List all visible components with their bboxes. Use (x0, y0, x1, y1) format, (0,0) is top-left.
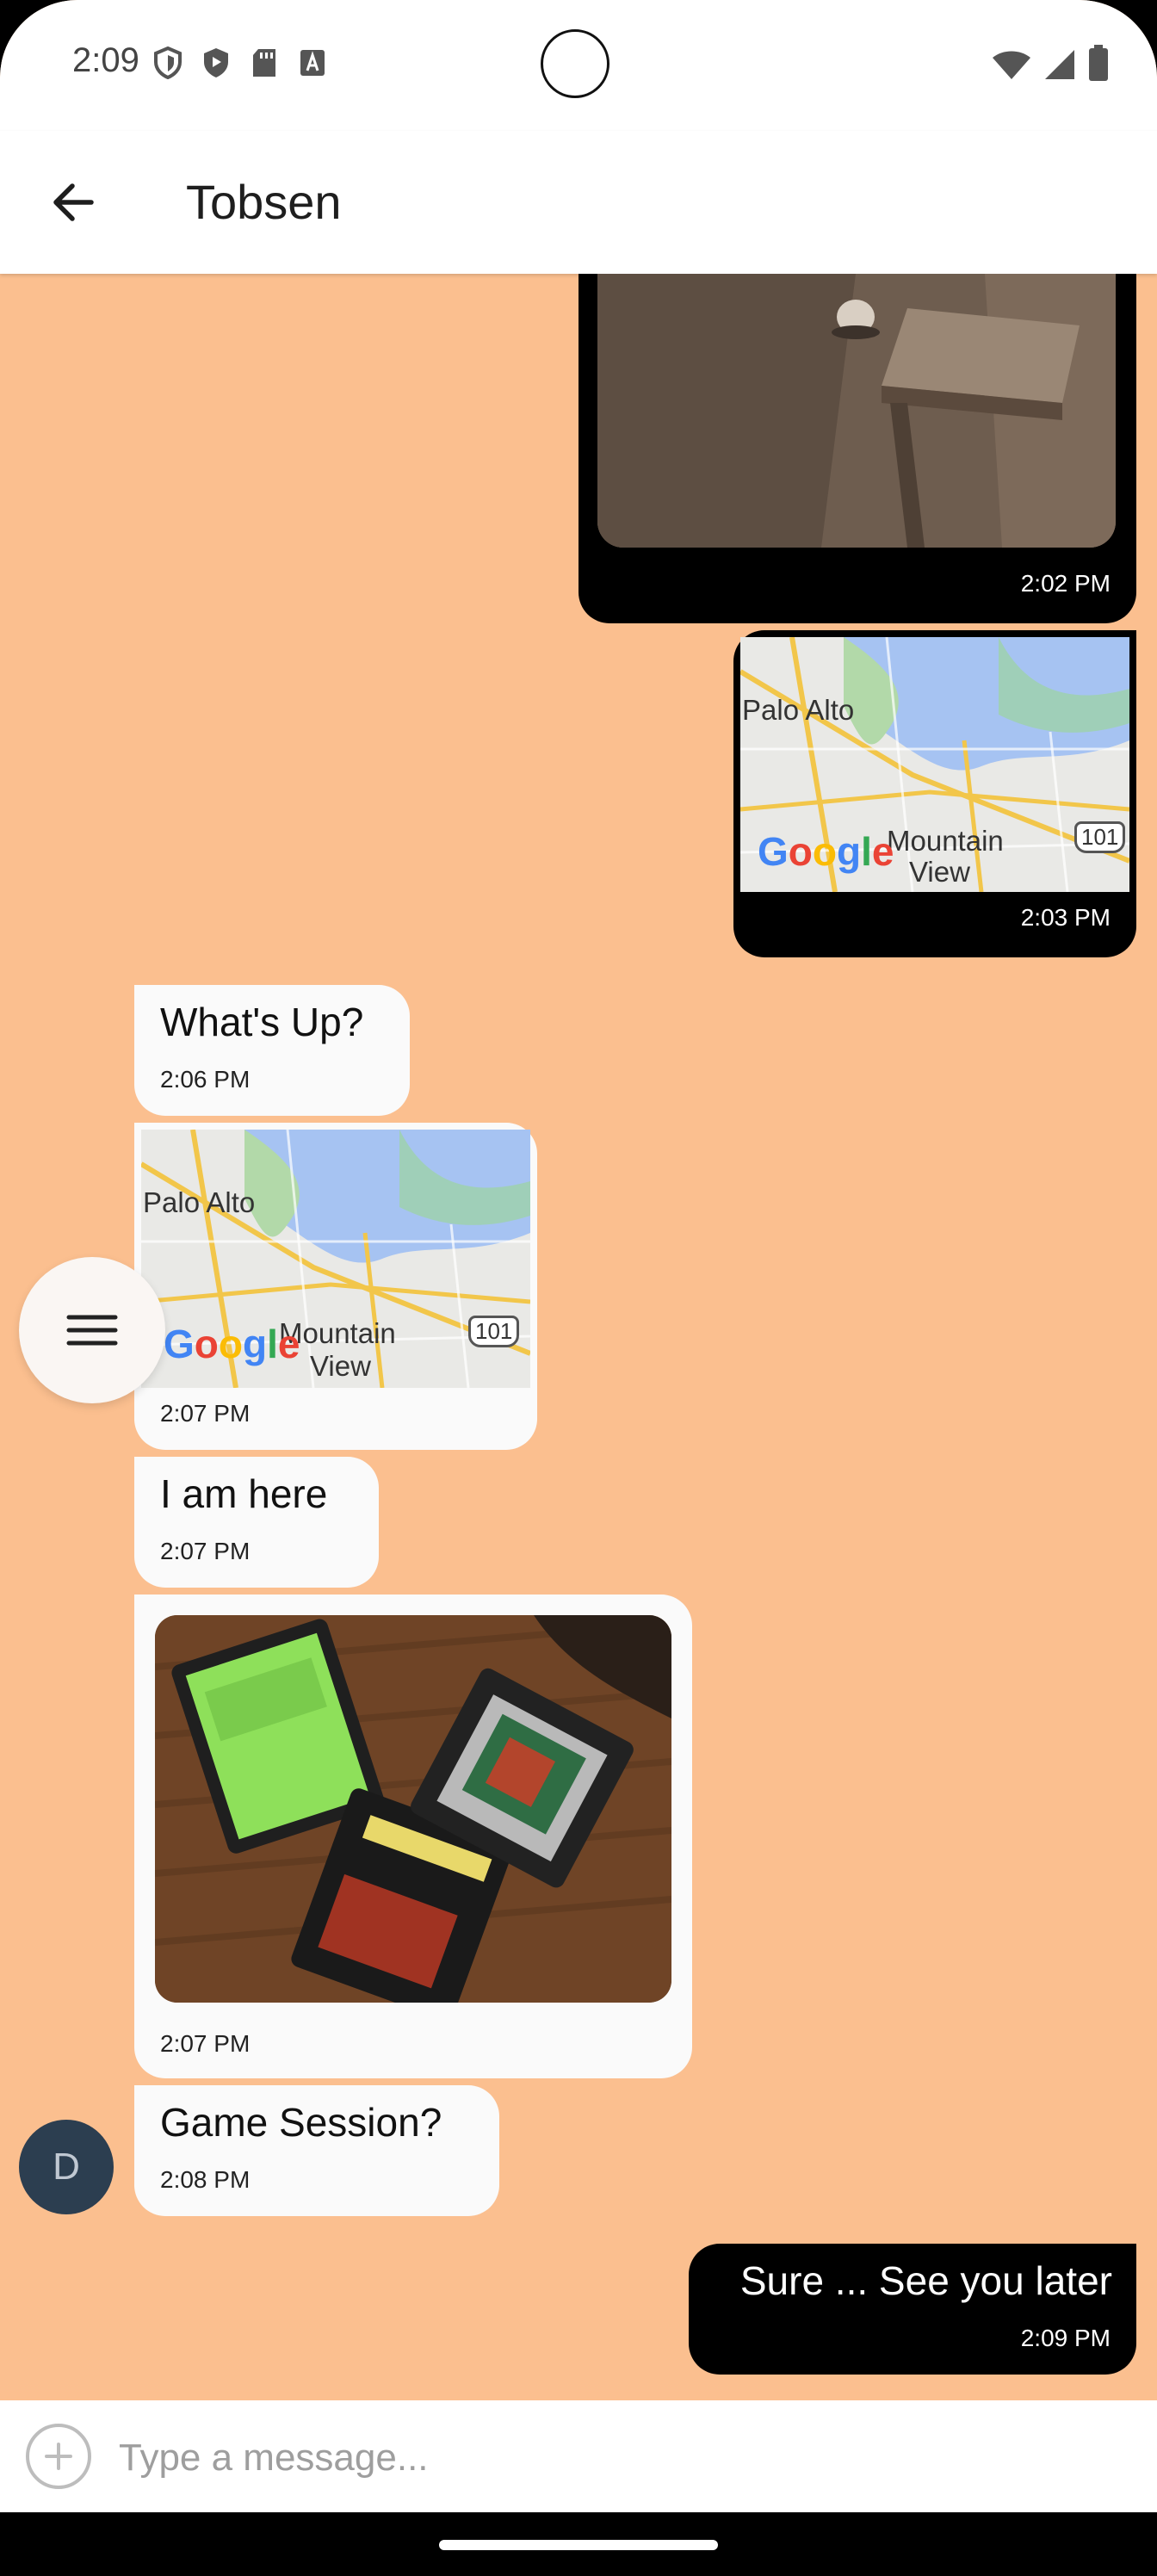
message-outgoing-image[interactable]: 2:02 PM (578, 274, 1136, 623)
status-bar: 2:09 (0, 0, 1157, 131)
message-time: 2:06 PM (160, 1066, 251, 1093)
menu-fab-button[interactable] (19, 1257, 165, 1403)
message-time: 2:08 PM (160, 2166, 251, 2193)
message-time: 2:02 PM (1020, 570, 1111, 597)
message-incoming-map[interactable]: Palo Alto Mountain View 101 Google 2:07 … (134, 1123, 537, 1450)
font-a-icon (298, 46, 327, 76)
message-text: I am here (160, 1471, 328, 1516)
cartridges-photo[interactable] (155, 1615, 671, 2003)
message-time: 2:07 PM (160, 2030, 251, 2057)
message-outgoing-map[interactable]: Palo Alto Mountain View 101 Google 2:03 … (733, 630, 1136, 957)
message-incoming-text[interactable]: What's Up? 2:06 PM (134, 985, 410, 1116)
room-photo[interactable] (597, 274, 1116, 548)
message-time: 2:09 PM (1020, 2325, 1111, 2351)
home-gesture-handle[interactable] (439, 2540, 718, 2550)
status-icons-right (992, 45, 1109, 84)
add-attachment-button[interactable] (26, 2424, 91, 2489)
shield-play-icon (201, 46, 231, 77)
battery-icon (1088, 45, 1109, 84)
status-icons-left (153, 46, 327, 80)
message-list[interactable]: 2:02 PM Palo Alto Mountain View 101 Goog… (0, 274, 1157, 2400)
status-time: 2:09 (72, 41, 139, 79)
message-time: 2:03 PM (1020, 904, 1111, 931)
menu-icon (66, 1315, 118, 1346)
contact-name: Tobsen (186, 175, 342, 229)
map-label-city: View (909, 856, 970, 888)
avatar[interactable]: D (19, 2120, 114, 2214)
message-outgoing-text[interactable]: Sure ... See you later 2:09 PM (689, 2244, 1136, 2375)
map-label-city: Mountain (887, 825, 1004, 857)
message-input[interactable] (117, 2430, 1111, 2486)
google-logo: Google (164, 1322, 300, 1366)
chat-screen: 2:09 Tobsen 2:02 PM Palo Alto Mountain V… (0, 0, 1157, 2576)
highway-shield: 101 (468, 1316, 520, 1347)
map-label-city: Palo Alto (742, 694, 855, 726)
map-preview[interactable]: Palo Alto Mountain View 101 Google (141, 1130, 530, 1388)
camera-cutout (541, 29, 609, 98)
message-incoming-text[interactable]: I am here 2:07 PM (134, 1457, 379, 1588)
wifi-icon (992, 50, 1031, 84)
cell-signal-icon (1043, 48, 1076, 84)
map-label-city: View (310, 1350, 371, 1382)
highway-shield: 101 (1074, 821, 1126, 853)
message-text: Game Session? (160, 2100, 442, 2145)
message-text: What's Up? (160, 1000, 364, 1044)
shield-outline-icon (153, 46, 183, 80)
google-logo: Google (758, 829, 894, 874)
plus-circle-icon (45, 2443, 72, 2470)
back-button[interactable] (43, 172, 103, 232)
app-bar (0, 131, 1157, 274)
message-time: 2:07 PM (160, 1400, 251, 1427)
message-text: Sure ... See you later (739, 2258, 1112, 2303)
map-preview[interactable]: Palo Alto Mountain View 101 Google (740, 637, 1129, 892)
map-label-city: Palo Alto (143, 1186, 256, 1218)
message-incoming-text[interactable]: Game Session? 2:08 PM (134, 2085, 499, 2216)
arrow-left-icon (53, 183, 94, 221)
sd-card-icon (250, 46, 279, 77)
message-time: 2:07 PM (160, 1538, 251, 1564)
message-incoming-image[interactable]: 2:07 PM (134, 1595, 692, 2078)
